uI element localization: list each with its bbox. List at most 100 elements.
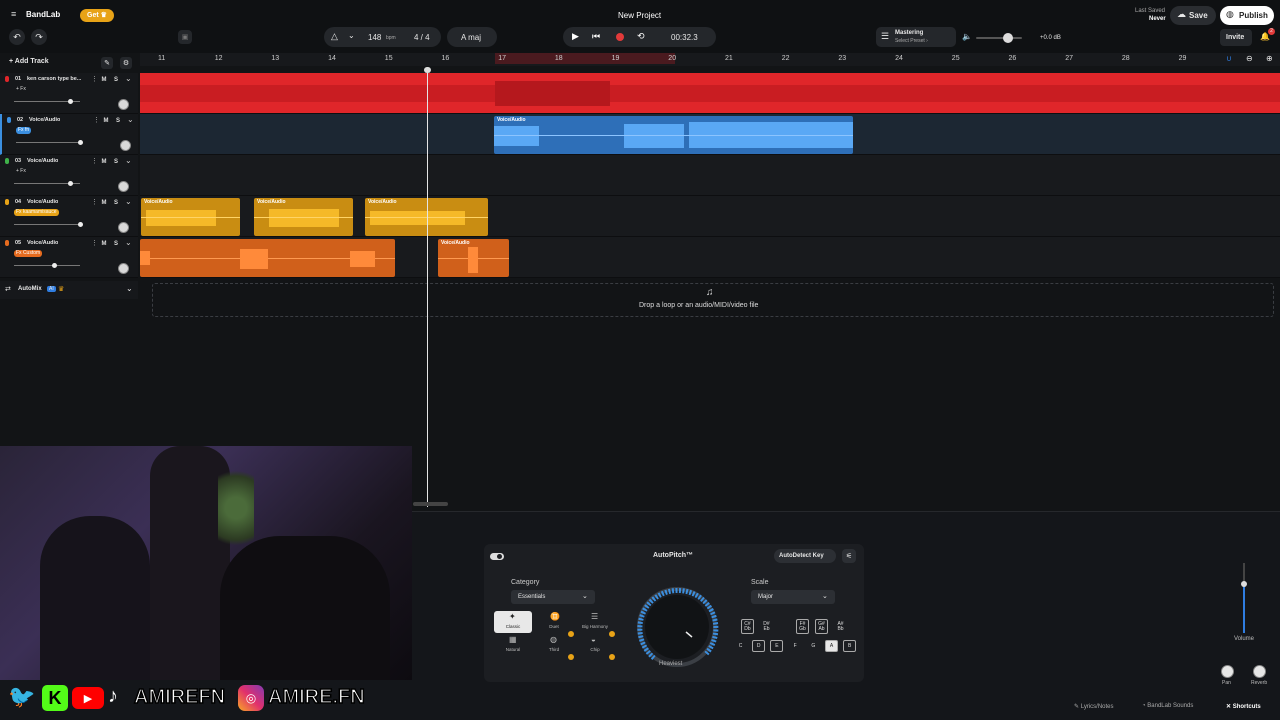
key-button-f[interactable]: F (789, 640, 802, 652)
master-volume-slider[interactable] (976, 33, 1022, 43)
key-selector[interactable]: A maj (447, 27, 497, 47)
solo-button[interactable]: S (111, 198, 121, 208)
chevron-down-icon[interactable]: ⌄ (125, 197, 132, 206)
track-volume-slider[interactable] (16, 140, 84, 145)
settings-icon[interactable]: ⚙ (120, 57, 132, 69)
lane-02[interactable]: Voice/Audio (140, 114, 1280, 155)
lane-05[interactable]: Voice/Audio (140, 237, 1280, 278)
volume-slider[interactable] (1241, 563, 1247, 633)
volume-handle[interactable] (78, 140, 84, 145)
snap-icon[interactable]: ∪ (1226, 54, 1232, 63)
fx-badge[interactable]: Fx fn (16, 127, 32, 134)
lyrics-button[interactable]: ✎ Lyrics/Notes (1074, 703, 1114, 710)
key-button-a[interactable]: A (825, 640, 838, 652)
save-button[interactable]: ☁ Save (1170, 6, 1216, 25)
redo-icon[interactable]: ↷ (31, 29, 47, 45)
playhead[interactable] (427, 69, 428, 507)
pan-knob[interactable] (118, 181, 129, 192)
bpm-value[interactable]: 148 (368, 33, 381, 42)
mixer-icon[interactable]: ▣ (178, 30, 192, 44)
fx-badge[interactable]: Fx Custom (14, 250, 43, 257)
volume-handle[interactable] (78, 222, 83, 227)
wand-icon[interactable]: ✎ (101, 57, 113, 69)
chevron-down-icon[interactable]: ⌄ (125, 74, 132, 83)
pan-knob[interactable] (120, 140, 131, 151)
mute-button[interactable]: M (99, 157, 109, 167)
reverb-knob[interactable] (1253, 665, 1266, 678)
loop-icon[interactable]: ⟲ (637, 31, 645, 42)
track-volume-slider[interactable] (14, 181, 80, 186)
play-icon[interactable]: ▶ (572, 31, 579, 42)
key-button-d[interactable]: D (752, 640, 766, 652)
time-signature[interactable]: 4 / 4 (414, 33, 430, 42)
mute-button[interactable]: M (101, 116, 111, 126)
menu-icon[interactable]: ≡ (11, 9, 16, 19)
invite-button[interactable]: Invite (1220, 29, 1252, 46)
solo-button[interactable]: S (113, 116, 123, 126)
horizontal-scrollbar[interactable] (413, 502, 448, 506)
mastering-button[interactable]: ☰ Mastering Select Preset › (876, 27, 956, 47)
sliders-icon[interactable]: ⚟ (842, 549, 856, 563)
track-volume-slider[interactable] (14, 222, 83, 227)
key-button-g[interactable]: G (807, 640, 820, 652)
chevron-down-icon[interactable]: ⌄ (348, 31, 355, 40)
mute-button[interactable]: M (99, 239, 109, 249)
scale-select[interactable]: Major ⌄ (751, 590, 835, 604)
solo-button[interactable]: S (111, 75, 121, 85)
category-select[interactable]: Essentials ⌄ (511, 590, 595, 604)
autopitch-toggle[interactable] (490, 553, 504, 560)
speaker-icon[interactable]: 🔈 (962, 32, 972, 41)
metronome-icon[interactable]: △ (331, 31, 338, 42)
volume-handle[interactable] (51, 263, 57, 268)
undo-icon[interactable]: ↶ (9, 29, 25, 45)
track-name[interactable]: Voice/Audio (29, 117, 60, 123)
get-button[interactable]: Get ♛ (80, 9, 114, 22)
track-header-03[interactable]: 03 Voice/Audio ⋮ M S ⌄ + Fx (0, 155, 138, 196)
key-button-e[interactable]: E (770, 640, 784, 652)
sharp-key-button[interactable]: C# Db (741, 619, 754, 634)
master-volume-handle[interactable] (1003, 33, 1013, 43)
record-icon[interactable] (616, 33, 624, 41)
more-icon[interactable]: ⋮ (91, 157, 98, 165)
clip-02-a[interactable]: Voice/Audio (494, 116, 853, 154)
lane-03[interactable] (140, 155, 1280, 196)
effect-duet[interactable]: ♊ Duet (535, 611, 574, 637)
drop-zone[interactable]: ♫ Drop a loop or an audio/MIDI/video fil… (152, 283, 1274, 317)
shortcuts-button[interactable]: ✕ Shortcuts (1226, 703, 1261, 710)
loop-region[interactable] (495, 53, 675, 64)
sharp-key-button[interactable]: G# Ab (815, 619, 828, 634)
track-name[interactable]: Voice/Audio (27, 240, 58, 246)
effect-big-harmony[interactable]: ☰ Big Harmony (576, 611, 615, 637)
key-button-b[interactable]: B (843, 640, 857, 652)
clip-04-b[interactable]: Voice/Audio (254, 198, 353, 236)
zoom-in-icon[interactable]: ⊕ (1266, 54, 1273, 63)
skip-back-icon[interactable]: ⏮ (592, 31, 600, 42)
solo-button[interactable]: S (111, 157, 121, 167)
playhead-handle[interactable] (424, 67, 431, 73)
clip-05-a[interactable] (140, 239, 395, 277)
pan-knob[interactable] (1221, 665, 1234, 678)
chevron-down-icon[interactable]: ⌄ (125, 238, 132, 247)
effect-classic[interactable]: ✦ Classic (494, 611, 532, 633)
mute-button[interactable]: M (99, 75, 109, 85)
track-header-05[interactable]: 05 Voice/Audio ⋮ M S ⌄ Fx Custom (0, 237, 138, 278)
effect-third[interactable]: ◍ Third (535, 634, 574, 660)
timeline-ruler[interactable]: 11 12 13 14 15 16 17 18 19 20 21 22 23 24 25 26 27 28 29 ∪… (140, 53, 1280, 66)
clip-04-a[interactable]: Voice/Audio (141, 198, 240, 236)
track-header-04[interactable]: 04 Voice/Audio ⋮ M S ⌄ Fx kaamamisauce (0, 196, 138, 237)
more-icon[interactable]: ⋮ (91, 239, 98, 247)
pan-knob[interactable] (118, 222, 129, 233)
bandlab-logo[interactable]: BandLab (26, 10, 60, 19)
track-name[interactable]: Voice/Audio (27, 199, 58, 205)
lane-01[interactable] (140, 73, 1280, 114)
track-name[interactable]: Voice/Audio (27, 158, 58, 164)
add-track-button[interactable]: + Add Track (9, 58, 49, 65)
pan-knob[interactable] (118, 263, 129, 274)
sharp-key-button[interactable]: A# Bb (834, 619, 847, 634)
more-icon[interactable]: ⋮ (93, 116, 100, 124)
lane-04[interactable]: Voice/Audio Voice/Audio Voice/Audio (140, 196, 1280, 237)
sounds-button[interactable]: ◔ BandLab Sounds (1142, 703, 1193, 709)
track-header-02[interactable]: 02 Voice/Audio ⋮ M S ⌄ Fx fn (0, 114, 138, 155)
clip-05-b[interactable]: Voice/Audio (438, 239, 509, 277)
volume-handle[interactable] (68, 181, 74, 186)
